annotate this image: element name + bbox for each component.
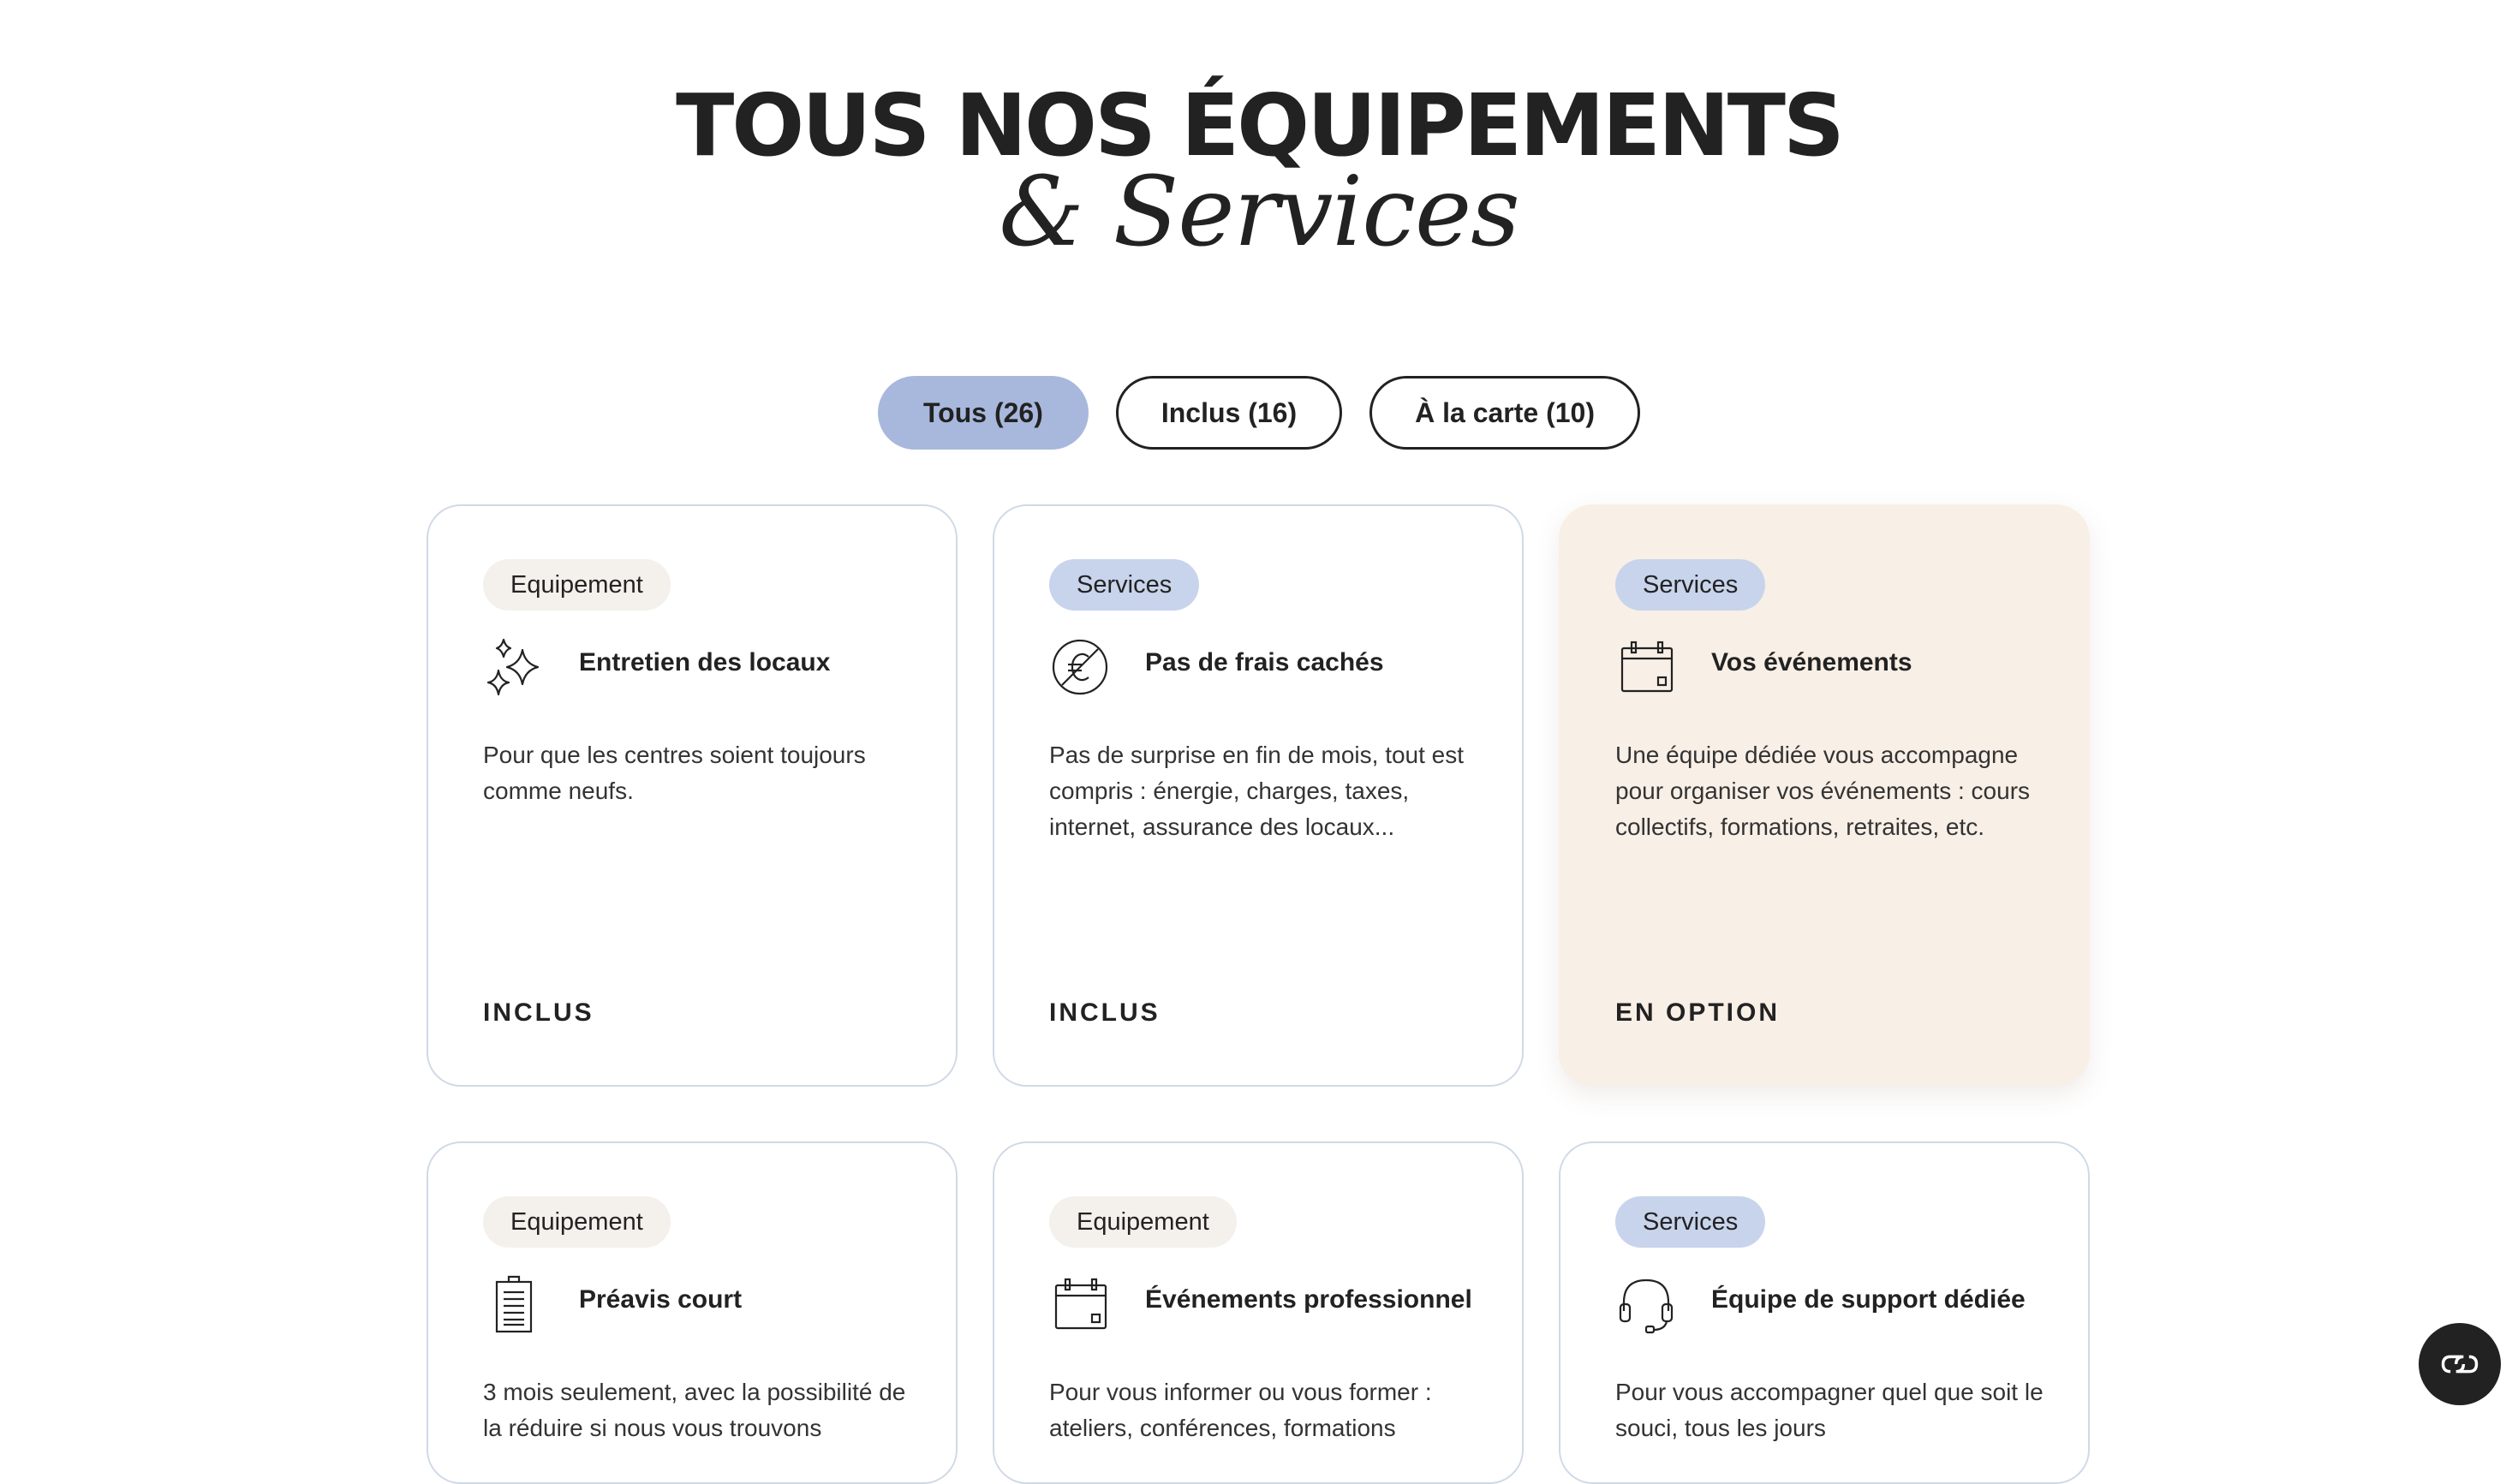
card-title: Événements professionnel: [1145, 1285, 1472, 1314]
card-preavis[interactable]: Equipement Préavis court 3 mois seulemen…: [427, 1141, 958, 1484]
card-title: Vos événements: [1711, 648, 1912, 676]
filter-a-la-carte-button[interactable]: À la carte (10): [1369, 376, 1640, 450]
card-title: Entretien des locaux: [579, 648, 831, 676]
chat-icon: [2441, 1355, 2479, 1374]
category-tag: Equipement: [483, 559, 671, 611]
card-description: Une équipe dédiée vous accompagne pour o…: [1615, 742, 2031, 840]
page-heading: TOUS NOS ÉQUIPEMENTS & Services: [0, 79, 2518, 268]
card-description: Pas de surprise en fin de mois, tout est…: [1049, 742, 1465, 840]
card-description: Pour vous accompagner quel que soit le s…: [1615, 1379, 2044, 1441]
card-entretien[interactable]: Equipement Entretien des locaux Pour que…: [427, 504, 958, 1087]
card-description: Pour vous informer ou vous former : atel…: [1049, 1379, 1432, 1441]
sparkles-icon: [480, 633, 548, 701]
card-status: EN OPTION: [1615, 998, 1781, 1027]
card-description: Pour que les centres soient toujours com…: [483, 742, 866, 804]
category-tag: Services: [1615, 1196, 1766, 1248]
category-tag: Services: [1049, 559, 1200, 611]
filter-bar: Tous (26) Inclus (16) À la carte (10): [0, 376, 2518, 450]
calendar-icon: [1612, 633, 1680, 701]
card-status: INCLUS: [1049, 998, 1161, 1027]
card-title: Équipe de support dédiée: [1711, 1285, 2026, 1314]
filter-all-button[interactable]: Tous (26): [878, 376, 1089, 450]
card-title: Préavis court: [579, 1285, 743, 1314]
card-support[interactable]: Services Équipe de support dédiée Pour v…: [1559, 1141, 2090, 1484]
calendar-icon: [1046, 1270, 1114, 1338]
chat-button[interactable]: [2419, 1323, 2501, 1405]
no-euro-icon: [1046, 633, 1114, 701]
card-title: Pas de frais cachés: [1145, 648, 1384, 676]
category-tag: Services: [1615, 559, 1766, 611]
category-tag: Equipement: [1049, 1196, 1237, 1248]
headset-icon: [1612, 1270, 1680, 1338]
card-evenements[interactable]: Services Vos événements Une équipe dédié…: [1559, 504, 2090, 1087]
card-description: 3 mois seulement, avec la possibilité de…: [483, 1379, 906, 1441]
card-status: INCLUS: [483, 998, 594, 1027]
card-evenements-pro[interactable]: Equipement Événements professionnel Pour…: [993, 1141, 1524, 1484]
page-subtitle: & Services: [999, 157, 1519, 268]
filter-included-button[interactable]: Inclus (16): [1115, 376, 1343, 450]
clipboard-icon: [480, 1270, 548, 1338]
card-frais[interactable]: Services Pas de frais cachés Pas de surp…: [993, 504, 1524, 1087]
category-tag: Equipement: [483, 1196, 671, 1248]
